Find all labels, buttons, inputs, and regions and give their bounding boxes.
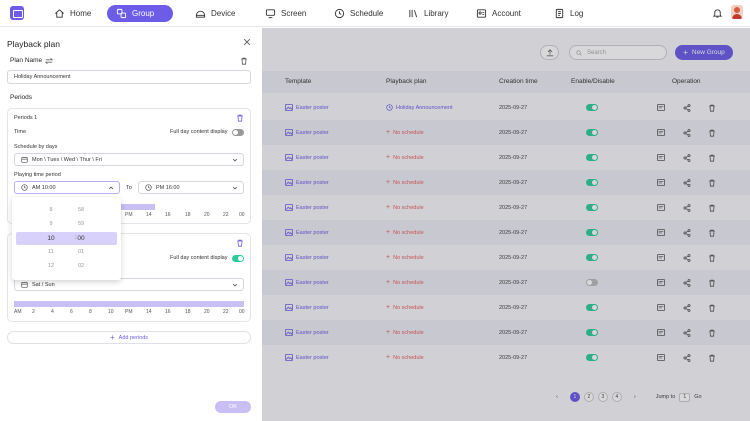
nav-home-label: Home (70, 9, 92, 18)
hour-option[interactable]: 11 (41, 249, 61, 255)
nav-log-label: Log (570, 9, 584, 18)
nav-library[interactable]: Library (399, 5, 456, 22)
plan-name-label: Plan Name (10, 57, 43, 64)
group-icon (115, 8, 127, 20)
chevron-down-icon (232, 157, 238, 163)
chevron-up-icon (108, 185, 114, 191)
trash-icon[interactable] (240, 57, 248, 65)
days-value: Mon \ Tues \ Wed \ Thur \ Fri (32, 156, 102, 163)
nav-device[interactable]: Device (186, 5, 243, 22)
timeline-tick-label: 4 (51, 309, 54, 315)
days-select[interactable]: Mon \ Tues \ Wed \ Thur \ Fri (14, 153, 244, 166)
app-logo-icon (10, 6, 24, 20)
timeline-tick-label: 16 (165, 212, 171, 218)
end-time-select[interactable]: PM 16:00 (138, 181, 244, 194)
screen-icon (264, 8, 276, 20)
device-icon (194, 8, 206, 20)
bell-icon[interactable] (711, 7, 723, 19)
nav-schedule-label: Schedule (350, 9, 384, 18)
timeline-tick-label: 6 (70, 309, 73, 315)
calendar-icon (21, 156, 28, 163)
timeline-tick-label: 22 (223, 212, 229, 218)
end-time-value: PM 16:00 (156, 184, 180, 191)
to-label: To (126, 185, 132, 191)
add-periods-label: Add periods (118, 334, 149, 341)
timeline-tick-label: 14 (146, 212, 152, 218)
nav-schedule[interactable]: Schedule (325, 5, 391, 22)
days-value-2: Sat / Sun (32, 281, 55, 288)
library-icon (407, 8, 419, 20)
timeline-tick-label: 20 (204, 212, 210, 218)
start-time-select[interactable]: AM 10:00 (14, 181, 120, 194)
timeline-tick-label: 2 (32, 309, 35, 315)
timeline-bar-2 (14, 301, 244, 307)
clock-icon (145, 184, 152, 191)
start-time-value: AM 10:00 (32, 184, 56, 191)
plan-name-input[interactable]: Holiday Announcement (7, 70, 251, 84)
timeline-tick-label: 16 (165, 309, 171, 315)
schedule-by-days-label: Schedule by days (14, 144, 58, 150)
hour-option[interactable]: 8 (41, 207, 61, 213)
timeline-tick-label: AM (14, 309, 22, 315)
hour-option[interactable]: 12 (41, 263, 61, 269)
close-icon[interactable] (242, 37, 252, 47)
top-navigation: Home Group Device Screen Schedule Librar… (0, 0, 750, 27)
user-avatar[interactable] (731, 5, 743, 19)
timeline-tick-label: 8 (89, 309, 92, 315)
nav-screen-label: Screen (281, 9, 307, 18)
nav-account[interactable]: Account (467, 5, 529, 22)
full-day-label: Full day content display (170, 129, 228, 135)
clock-icon (21, 184, 28, 191)
timeline-tick-label: 00 (239, 309, 245, 315)
nav-group[interactable]: Group (107, 5, 173, 22)
chevron-down-icon (232, 185, 238, 191)
timeline-tick-label: 20 (204, 309, 210, 315)
swap-icon[interactable] (45, 57, 53, 65)
full-day-label-2: Full day content display (170, 255, 228, 261)
chevron-down-icon (232, 282, 238, 288)
nav-library-label: Library (424, 9, 449, 18)
hour-option[interactable]: 10 (41, 235, 61, 242)
add-periods-button[interactable]: + Add periods (7, 331, 251, 344)
timeline-tick-label: 00 (239, 212, 245, 218)
minute-option[interactable]: 00 (71, 235, 91, 242)
ok-button[interactable]: OK (215, 401, 251, 413)
timeline-tick-label: 22 (223, 309, 229, 315)
plus-icon: + (109, 332, 115, 342)
time-picker-dropdown: 8 9 10 11 12 : 58 59 00 01 02 (12, 197, 121, 280)
timeline-bar-1 (120, 204, 155, 210)
minute-option[interactable]: 58 (71, 207, 91, 213)
minute-option[interactable]: 01 (71, 249, 91, 255)
timeline-tick-label: 18 (185, 212, 191, 218)
timeline-tick-label: PM (125, 212, 133, 218)
time-label: Time (14, 129, 27, 135)
timeline-tick-label: 14 (146, 309, 152, 315)
timeline-tick-label: 10 (108, 309, 114, 315)
nav-screen[interactable]: Screen (256, 5, 314, 22)
minute-option[interactable]: 02 (71, 263, 91, 269)
full-day-toggle-2[interactable] (232, 255, 244, 262)
timeline-tick-label: 18 (185, 309, 191, 315)
account-icon (475, 8, 487, 20)
home-icon (53, 8, 65, 20)
full-day-toggle[interactable] (232, 129, 244, 136)
nav-group-label: Group (132, 9, 155, 18)
calendar-icon (21, 281, 28, 288)
log-icon (553, 8, 565, 20)
nav-device-label: Device (211, 9, 236, 18)
playing-time-period-label: Playing time period (14, 172, 61, 178)
timeline-tick-label: PM (125, 309, 133, 315)
trash-icon[interactable] (236, 114, 244, 122)
time-picker-selection (16, 232, 117, 245)
periods-label: Periods (10, 94, 33, 101)
nav-account-label: Account (492, 9, 521, 18)
panel-title: Playback plan (7, 39, 60, 49)
trash-icon[interactable] (236, 239, 244, 247)
minute-option[interactable]: 59 (71, 221, 91, 227)
nav-home[interactable]: Home (45, 5, 99, 22)
hour-option[interactable]: 9 (41, 221, 61, 227)
nav-log[interactable]: Log (545, 5, 591, 22)
period-1-title: Periods 1 (14, 115, 38, 121)
clock-icon (333, 8, 345, 20)
